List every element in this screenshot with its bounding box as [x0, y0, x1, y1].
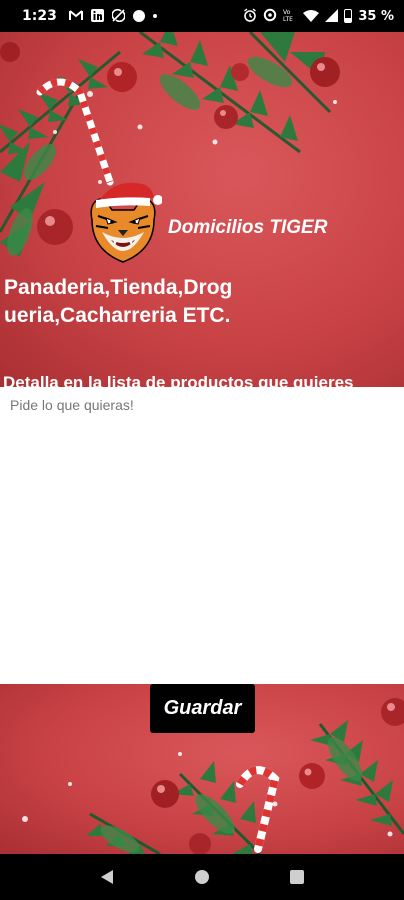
battery-icon [344, 9, 353, 23]
svg-text:Vo: Vo [283, 9, 291, 16]
volte-icon: Vo LTE [283, 8, 297, 24]
signal-icon [325, 8, 339, 24]
order-input[interactable] [0, 387, 404, 684]
navigation-bar [0, 854, 404, 900]
back-icon[interactable] [92, 862, 122, 892]
categories-heading: Panaderia,Tienda,Drogueria,Cacharreria E… [4, 276, 233, 327]
instruction-text: Detalla en la lista de productos que qui… [3, 373, 354, 387]
home-icon[interactable] [187, 862, 217, 892]
sync-off-icon [111, 8, 126, 24]
battery-percent: 35 % [358, 8, 394, 24]
tiger-logo-icon [84, 180, 163, 270]
status-bar: 1:23 Vo LTE 35 % [0, 0, 404, 32]
svg-text:LTE: LTE [283, 16, 293, 22]
status-right: Vo LTE 35 % [243, 8, 394, 24]
app-title: Domicilios TIGER [168, 217, 328, 238]
data-saver-icon [263, 8, 277, 24]
circle-icon [132, 10, 145, 22]
wifi-icon [303, 9, 320, 24]
status-left: 1:23 [22, 8, 157, 24]
gmail-icon [68, 9, 83, 23]
alarm-icon [243, 8, 257, 24]
status-time: 1:23 [22, 8, 57, 24]
dot-icon [152, 14, 157, 18]
linkedin-icon [90, 8, 104, 24]
app-header: Domicilios TIGER [84, 180, 327, 270]
order-area [0, 387, 404, 684]
recents-icon[interactable] [282, 862, 312, 892]
header-background: Domicilios TIGER Panaderia,Tienda,Drogue… [0, 32, 404, 387]
save-button[interactable]: Guardar [150, 684, 255, 733]
